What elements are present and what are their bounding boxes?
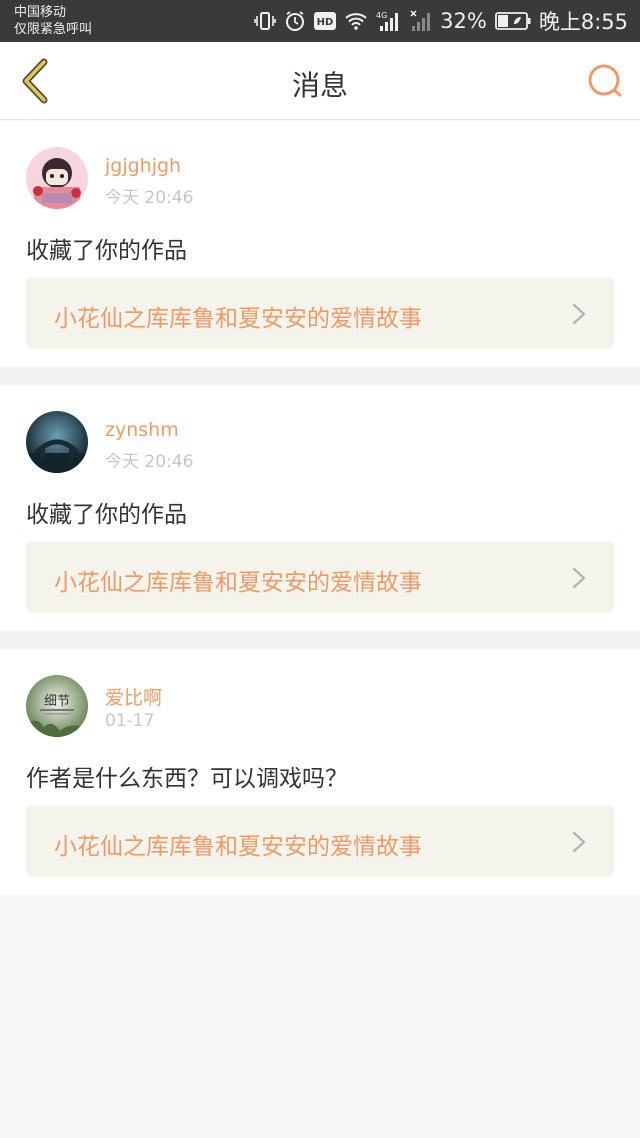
work-link[interactable]: 小花仙之库库鲁和夏安安的爱情故事: [26, 277, 614, 349]
svg-text:4G: 4G: [376, 11, 387, 20]
hd-icon: HD: [314, 11, 337, 31]
emergency-call-text: 仅限紧急呼叫: [14, 22, 93, 37]
carrier-name: 中国移动: [14, 5, 67, 20]
username[interactable]: zynshm: [105, 419, 179, 441]
search-button[interactable]: [586, 62, 624, 100]
divider: [0, 367, 640, 385]
message-text: 收藏了你的作品: [26, 502, 187, 528]
carrier-info: 中国移动 仅限紧急呼叫: [14, 4, 92, 38]
search-icon: [588, 64, 622, 97]
work-link[interactable]: 小花仙之库库鲁和夏安安的爱情故事: [26, 805, 614, 877]
status-icons: HD 4G 32% 晚上8:55: [254, 0, 628, 42]
avatar[interactable]: [26, 147, 88, 209]
avatar[interactable]: [26, 411, 88, 473]
battery-icon: [494, 11, 531, 31]
username[interactable]: jgjghjgh: [105, 155, 181, 177]
no-signal-icon: [410, 10, 432, 31]
work-title: 小花仙之库库鲁和夏安安的爱情故事: [54, 306, 422, 332]
nav-bar: 消息: [0, 42, 640, 120]
wifi-icon: [344, 11, 368, 31]
message-card: zynshm 今天 20:46 收藏了你的作品 小花仙之库库鲁和夏安安的爱情故事: [0, 385, 640, 631]
work-title: 小花仙之库库鲁和夏安安的爱情故事: [54, 570, 422, 596]
clock: 晚上8:55: [538, 10, 628, 34]
message-text: 作者是什么东西？可以调戏吗？: [26, 766, 348, 792]
battery-percent: 32%: [440, 9, 487, 33]
chevron-right-icon: [572, 831, 586, 853]
work-title: 小花仙之库库鲁和夏安安的爱情故事: [54, 834, 422, 860]
svg-text:HD: HD: [317, 17, 334, 28]
chevron-right-icon: [572, 567, 586, 589]
avatar[interactable]: 细节: [26, 675, 88, 737]
signal-icon: 4G: [376, 11, 402, 31]
vibrate-icon: [254, 11, 276, 31]
message-list: jgjghjgh 今天 20:46 收藏了你的作品 小花仙之库库鲁和夏安安的爱情…: [0, 121, 640, 895]
avatar-caption: 细节: [44, 694, 70, 709]
message-card: 细节 爱比啊 01-17 作者是什么东西？可以调戏吗？ 小花仙之库库鲁和夏安安的…: [0, 649, 640, 895]
username[interactable]: 爱比啊: [105, 683, 162, 710]
message-time: 今天 20:46: [105, 188, 194, 208]
message-text: 收藏了你的作品: [26, 238, 187, 264]
message-card: jgjghjgh 今天 20:46 收藏了你的作品 小花仙之库库鲁和夏安安的爱情…: [0, 121, 640, 367]
alarm-icon: [284, 11, 306, 31]
message-time: 今天 20:46: [105, 452, 194, 472]
status-bar: 中国移动 仅限紧急呼叫 HD 4G 32% 晚上8:55: [0, 0, 640, 42]
page-title: 消息: [291, 69, 348, 102]
divider: [0, 631, 640, 649]
work-link[interactable]: 小花仙之库库鲁和夏安安的爱情故事: [26, 541, 614, 613]
chevron-right-icon: [572, 303, 586, 325]
message-time: 01-17: [105, 711, 155, 731]
